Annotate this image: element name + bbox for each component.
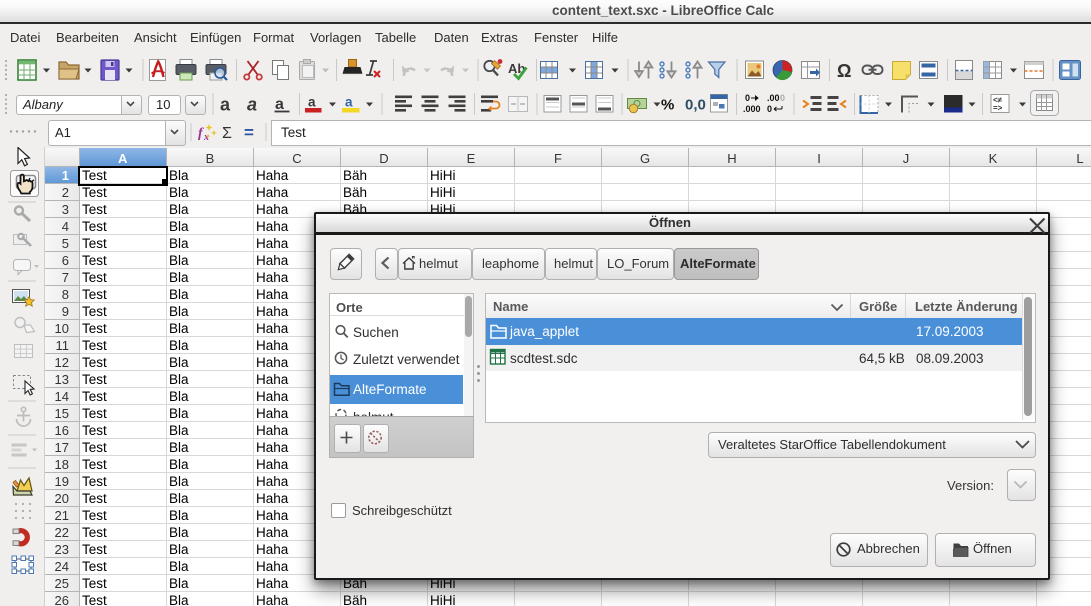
svg-text:=>: => <box>993 104 1003 113</box>
svg-text:.00: .00 <box>767 93 780 103</box>
svg-text:%: % <box>661 97 674 114</box>
svg-text:a: a <box>220 95 231 115</box>
svg-text:=: = <box>244 123 254 142</box>
svg-text:a: a <box>345 95 353 110</box>
svg-text:a: a <box>308 95 316 110</box>
svg-text:0,0: 0,0 <box>685 97 706 114</box>
svg-text:Ω: Ω <box>837 61 851 81</box>
svg-text:0: 0 <box>767 104 772 114</box>
svg-text:0: 0 <box>745 93 750 103</box>
svg-text:Σ: Σ <box>222 125 232 142</box>
svg-text:a: a <box>275 96 284 113</box>
svg-text:0: 0 <box>780 93 785 103</box>
svg-text:a: a <box>247 95 257 115</box>
svg-text:.000: .000 <box>743 104 761 114</box>
